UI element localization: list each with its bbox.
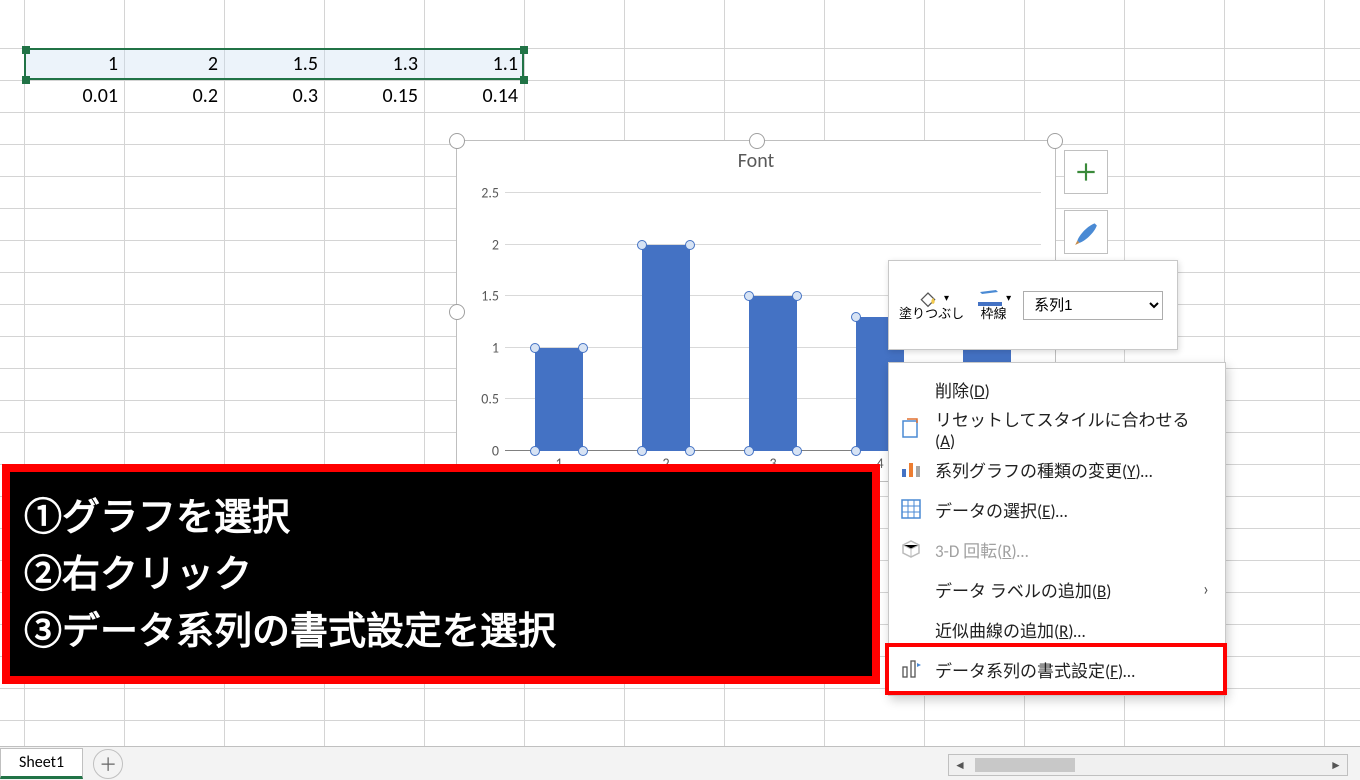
y-tick: 1.5 xyxy=(465,288,505,305)
cell-r2c2[interactable]: 0.2 xyxy=(124,80,224,112)
cube-3d-icon xyxy=(899,537,923,561)
paintbrush-icon xyxy=(1073,219,1099,245)
reset-style-icon xyxy=(899,417,923,441)
menu-item-select-data[interactable]: データの選択(E)… xyxy=(889,489,1225,529)
y-tick: 2 xyxy=(465,236,505,253)
add-sheet-button[interactable]: ＋ xyxy=(93,749,123,779)
chart-bar-2[interactable] xyxy=(642,245,690,451)
instruction-line-1: ①グラフを選択 xyxy=(24,490,858,547)
outline-button[interactable]: ▾ 枠線 xyxy=(976,288,1011,322)
instruction-overlay: ①グラフを選択 ②右クリック ③データ系列の書式設定を選択 xyxy=(2,464,880,684)
y-tick: 0.5 xyxy=(465,391,505,408)
chart-type-icon xyxy=(899,457,923,481)
chart-elements-button[interactable] xyxy=(1064,150,1108,194)
format-series-icon xyxy=(899,657,923,681)
chevron-right-icon: › xyxy=(1203,578,1209,600)
horizontal-scrollbar[interactable]: ◄ ► xyxy=(948,754,1348,776)
select-data-icon xyxy=(899,497,923,521)
menu-item-change-chart-type[interactable]: 系列グラフの種類の変更(Y)… xyxy=(889,449,1225,489)
chevron-down-icon: ▾ xyxy=(1006,292,1011,303)
pencil-outline-icon xyxy=(976,288,1004,308)
chart-styles-button[interactable] xyxy=(1064,210,1108,254)
menu-item-add-data-labels[interactable]: データ ラベルの追加(B) › xyxy=(889,569,1225,609)
y-tick: 2.5 xyxy=(465,185,505,202)
cell-r2c3[interactable]: 0.3 xyxy=(224,80,324,112)
context-menu: 削除(D) リセットしてスタイルに合わせる(A) 系列グラフの種類の変更(Y)…… xyxy=(888,362,1226,696)
instruction-line-3: ③データ系列の書式設定を選択 xyxy=(24,604,858,661)
plus-icon xyxy=(1073,159,1099,185)
fill-label: 塗りつぶし xyxy=(899,308,964,322)
y-tick: 0 xyxy=(465,443,505,460)
cell-r2c5[interactable]: 0.14 xyxy=(424,80,524,112)
menu-item-format-data-series[interactable]: データ系列の書式設定(F)… xyxy=(889,649,1225,689)
sheet-tab-sheet1[interactable]: Sheet1 xyxy=(0,748,83,779)
scroll-right-icon[interactable]: ► xyxy=(1325,758,1347,773)
paint-bucket-icon xyxy=(914,288,942,308)
y-tick: 1 xyxy=(465,339,505,356)
scrollbar-thumb[interactable] xyxy=(975,758,1075,772)
menu-item-reset-style[interactable]: リセットしてスタイルに合わせる(A) xyxy=(889,409,1225,449)
chart-bar-3[interactable] xyxy=(749,296,797,451)
cell-r1c5[interactable]: 1.1 xyxy=(424,48,524,80)
cell-r2c1[interactable]: 0.01 xyxy=(24,80,124,112)
instruction-line-2: ②右クリック xyxy=(24,547,858,604)
menu-item-add-trendline[interactable]: 近似曲線の追加(R)… xyxy=(889,609,1225,649)
cell-r1c2[interactable]: 2 xyxy=(124,48,224,80)
cell-r1c4[interactable]: 1.3 xyxy=(324,48,424,80)
series-select[interactable]: 系列1 xyxy=(1023,291,1163,320)
mini-toolbar: ▾ 塗りつぶし ▾ 枠線 系列1 xyxy=(888,260,1178,350)
menu-item-3d-rotation: 3-D 回転(R)… xyxy=(889,529,1225,569)
chart-bar-1[interactable] xyxy=(535,348,583,451)
cell-r1c1[interactable]: 1 xyxy=(24,48,124,80)
cell-r2c4[interactable]: 0.15 xyxy=(324,80,424,112)
chevron-down-icon: ▾ xyxy=(944,292,949,303)
outline-label: 枠線 xyxy=(981,308,1007,322)
scroll-left-icon[interactable]: ◄ xyxy=(949,758,971,773)
menu-item-delete[interactable]: 削除(D) xyxy=(889,369,1225,409)
cell-r1c3[interactable]: 1.5 xyxy=(224,48,324,80)
fill-button[interactable]: ▾ 塗りつぶし xyxy=(899,288,964,322)
